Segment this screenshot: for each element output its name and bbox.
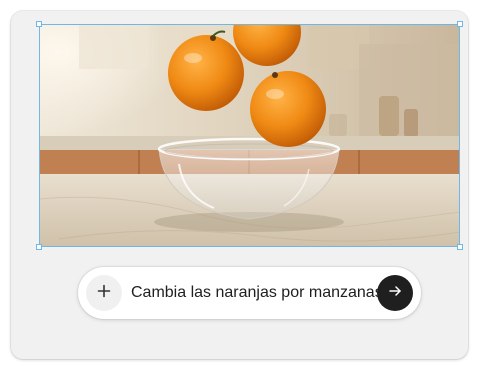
resize-handle-bottom-right[interactable] (457, 244, 463, 250)
prompt-bar: Cambia las naranjas por manzanas (78, 267, 421, 319)
image-edit-card: Cambia las naranjas por manzanas (11, 11, 468, 359)
resize-handle-bottom-left[interactable] (36, 244, 42, 250)
add-button[interactable] (86, 275, 122, 311)
send-button[interactable] (377, 275, 413, 311)
prompt-input[interactable]: Cambia las naranjas por manzanas (131, 267, 383, 319)
arrow-right-icon (388, 284, 402, 303)
resize-handle-top-left[interactable] (36, 21, 42, 27)
resize-handle-top-right[interactable] (457, 21, 463, 27)
plus-icon (97, 284, 111, 303)
edited-image[interactable] (39, 24, 460, 247)
